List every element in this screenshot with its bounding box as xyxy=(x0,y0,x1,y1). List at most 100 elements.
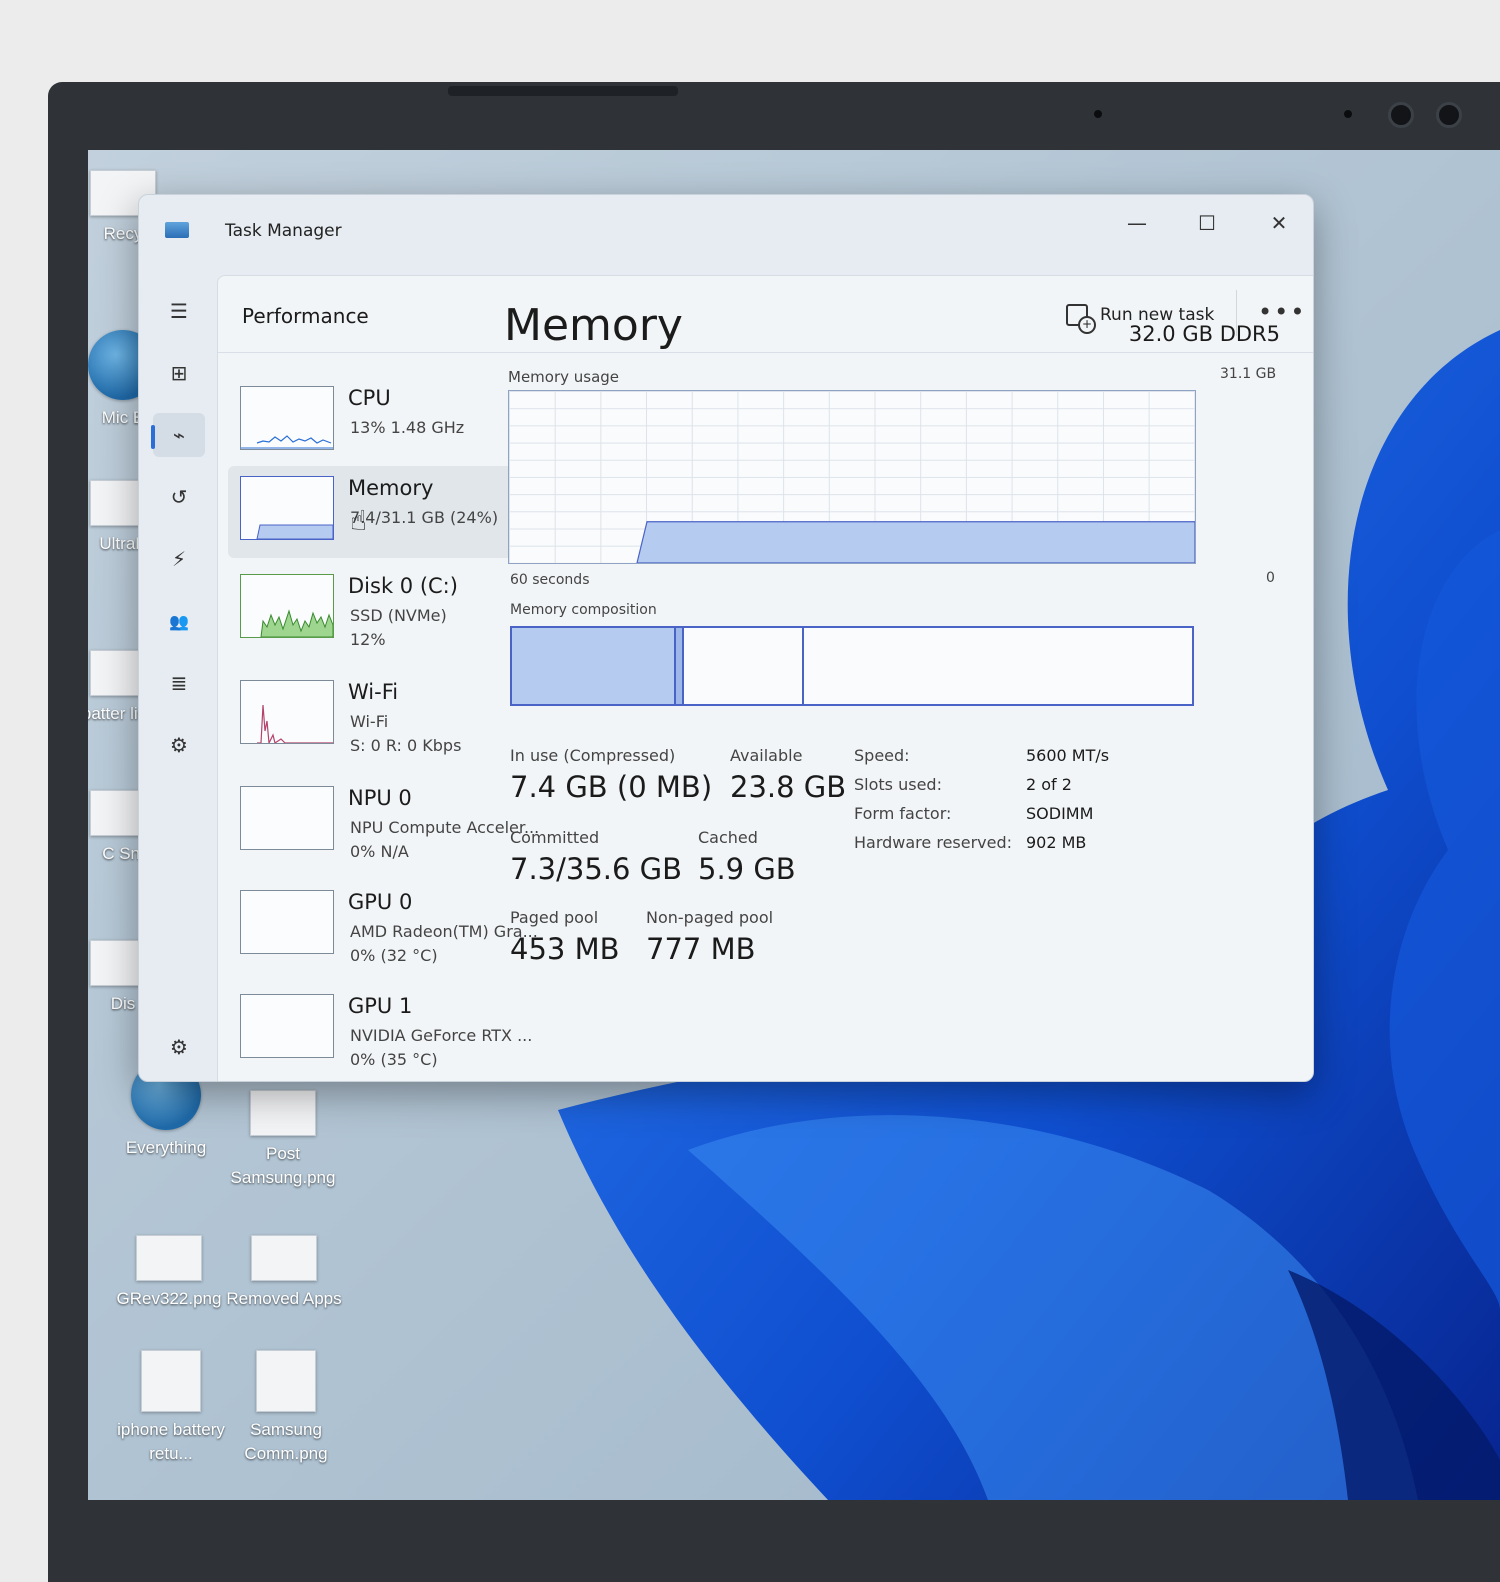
close-button[interactable]: ✕ xyxy=(1251,203,1307,243)
resource-name: CPU xyxy=(348,386,391,410)
settings-icon[interactable]: ⚙ xyxy=(153,1025,205,1069)
available-label: Available xyxy=(730,746,803,765)
page-title: Performance xyxy=(242,304,369,328)
gpu1-mini-graph xyxy=(240,994,334,1058)
services-icon[interactable]: ⚙ xyxy=(153,723,205,767)
committed-value: 7.3/35.6 GB xyxy=(510,852,683,886)
image-file-icon xyxy=(136,1235,202,1281)
cached-label: Cached xyxy=(698,828,758,847)
task-manager-window: Task Manager — ☐ ✕ ☰ ⊞ ⌁ ↺ ⚡ 👥 ≣ ⚙ ⚙ Per… xyxy=(138,194,1314,1082)
memory-total: 32.0 GB DDR5 xyxy=(1128,322,1280,346)
sensor-dot xyxy=(1344,110,1352,118)
resource-detail: 0% (32 °C) xyxy=(350,946,438,965)
resource-detail: NVIDIA GeForce RTX ... xyxy=(350,1026,533,1045)
resource-detail: Wi-Fi xyxy=(350,712,389,731)
cpu-sparkline xyxy=(241,435,333,449)
users-icon[interactable]: 👥 xyxy=(153,599,205,643)
speed-label: Speed: xyxy=(854,746,910,765)
gpu0-mini-graph xyxy=(240,890,334,954)
maximize-button[interactable]: ☐ xyxy=(1179,203,1235,243)
slots-used-value: 2 of 2 xyxy=(1026,775,1072,794)
resource-name: NPU 0 xyxy=(348,786,412,810)
image-file-icon xyxy=(141,1350,201,1412)
performance-page: Performance Run new task ••• CPU 13% 1.4… xyxy=(217,275,1313,1081)
slots-used-label: Slots used: xyxy=(854,775,942,794)
memory-usage-max: 31.1 GB xyxy=(1220,366,1277,382)
camera-lens-icon xyxy=(1388,102,1414,128)
app-history-icon[interactable]: ↺ xyxy=(153,475,205,519)
resource-memory[interactable]: Memory 7.4/31.1 GB (24%) xyxy=(228,466,540,558)
memory-usage-graph xyxy=(508,390,1196,564)
disk-sparkline xyxy=(260,609,333,637)
resource-detail: SSD (NVMe) xyxy=(350,606,447,625)
resource-detail: 13% 1.48 GHz xyxy=(350,418,465,437)
resource-wifi[interactable]: Wi-Fi Wi-Fi S: 0 R: 0 Kbps xyxy=(228,670,540,762)
memory-composition-label: Memory composition xyxy=(510,602,657,618)
resource-name: Wi-Fi xyxy=(348,680,399,704)
hamburger-icon[interactable]: ☰ xyxy=(153,289,205,333)
hardware-reserved-value: 902 MB xyxy=(1026,833,1087,852)
speed-value: 5600 MT/s xyxy=(1026,746,1110,765)
desktop-icon[interactable]: Removed Apps xyxy=(219,1235,349,1311)
graph-x-right-label: 0 xyxy=(1266,570,1275,586)
desktop-icon[interactable]: GRev322.png xyxy=(104,1235,234,1311)
graph-x-left-label: 60 seconds xyxy=(510,572,590,588)
minimize-button[interactable]: — xyxy=(1109,203,1165,243)
image-file-icon xyxy=(256,1350,316,1412)
sensor-dot xyxy=(1094,110,1102,118)
startup-apps-icon[interactable]: ⚡ xyxy=(153,537,205,581)
memory-usage-area xyxy=(636,521,1196,564)
disk-mini-graph xyxy=(240,574,334,638)
wifi-mini-graph xyxy=(240,680,334,744)
resource-gpu0[interactable]: GPU 0 AMD Radeon(TM) Gra... 0% (32 °C) xyxy=(228,880,540,972)
memory-usage-label: Memory usage xyxy=(508,368,620,386)
resource-gpu1[interactable]: GPU 1 NVIDIA GeForce RTX ... 0% (35 °C) xyxy=(228,984,540,1076)
composition-free xyxy=(804,628,1192,704)
in-use-value: 7.4 GB (0 MB) xyxy=(510,770,713,804)
paged-pool-label: Paged pool xyxy=(510,908,599,927)
image-file-icon xyxy=(251,1235,317,1281)
composition-in-use xyxy=(512,628,676,704)
in-use-label: In use (Compressed) xyxy=(510,746,676,765)
resource-detail: 0% (35 °C) xyxy=(350,1050,438,1069)
resource-detail: 12% xyxy=(350,630,386,649)
window-title: Task Manager xyxy=(225,221,342,241)
resource-npu[interactable]: NPU 0 NPU Compute Acceler... 0% N/A xyxy=(228,776,540,868)
non-paged-pool-value: 777 MB xyxy=(646,932,756,966)
resource-name: GPU 0 xyxy=(348,890,413,914)
composition-standby xyxy=(684,628,804,704)
composition-modified xyxy=(676,628,684,704)
details-icon[interactable]: ≣ xyxy=(153,661,205,705)
task-manager-app-icon xyxy=(165,222,189,238)
camera-lens-icon xyxy=(1436,102,1462,128)
run-task-icon xyxy=(1066,304,1096,334)
detail-title: Memory xyxy=(504,300,683,351)
memory-mini-graph xyxy=(240,476,334,540)
committed-label: Committed xyxy=(510,828,600,847)
mouse-pointer-icon: ☝ xyxy=(350,504,368,537)
form-factor-label: Form factor: xyxy=(854,804,952,823)
active-nav-indicator xyxy=(151,425,155,449)
resource-detail: 0% N/A xyxy=(350,842,409,861)
paged-pool-value: 453 MB xyxy=(510,932,620,966)
performance-icon[interactable]: ⌁ xyxy=(153,413,205,457)
desktop-icon[interactable]: Samsung Comm.png xyxy=(221,1350,351,1466)
resource-name: Disk 0 (C:) xyxy=(348,574,458,598)
processes-icon[interactable]: ⊞ xyxy=(153,351,205,395)
resource-name: GPU 1 xyxy=(348,994,413,1018)
non-paged-pool-label: Non-paged pool xyxy=(646,908,774,927)
memory-composition-bar xyxy=(510,626,1194,706)
desktop-icon[interactable]: Post Samsung.png xyxy=(218,1090,348,1190)
resource-detail: 7.4/31.1 GB (24%) xyxy=(350,508,499,527)
memory-usage-plot xyxy=(636,521,1196,564)
image-file-icon xyxy=(250,1090,316,1136)
wifi-sparkline xyxy=(257,704,333,743)
hardware-reserved-label: Hardware reserved: xyxy=(854,833,1013,852)
resource-name: Memory xyxy=(348,476,434,500)
resource-disk[interactable]: Disk 0 (C:) SSD (NVMe) 12% xyxy=(228,564,540,656)
resource-cpu[interactable]: CPU 13% 1.48 GHz xyxy=(228,376,540,468)
cpu-mini-graph xyxy=(240,386,334,450)
desktop-icon[interactable]: iphone battery retu... xyxy=(106,1350,236,1466)
form-factor-value: SODIMM xyxy=(1026,804,1094,823)
resource-detail: S: 0 R: 0 Kbps xyxy=(350,736,462,755)
